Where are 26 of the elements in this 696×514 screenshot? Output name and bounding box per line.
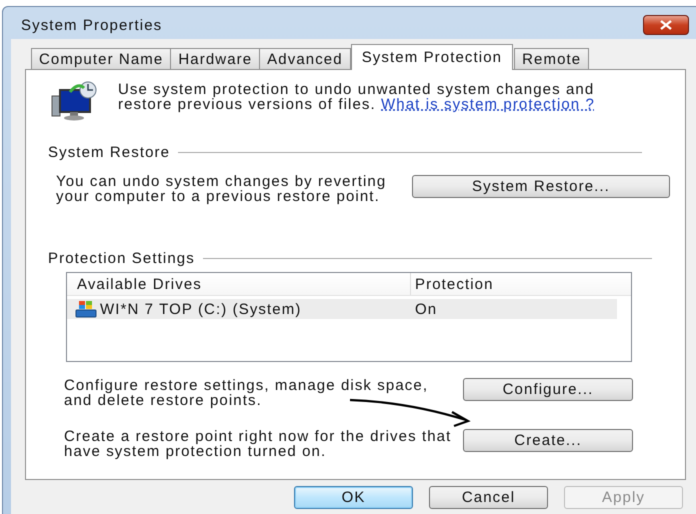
drive-name: WI*N 7 TOP (C:) (System): [100, 300, 302, 318]
close-icon: [659, 20, 673, 30]
group-heading: Protection Settings: [48, 250, 195, 267]
help-link[interactable]: What is system protection ?: [381, 96, 595, 113]
action-button[interactable]: Create...: [463, 429, 633, 452]
protection-status: On: [414, 300, 438, 319]
column-header[interactable]: Available Drives: [67, 273, 411, 295]
drive-icon: [75, 300, 97, 318]
dialog-button[interactable]: OK: [294, 486, 413, 509]
tab[interactable]: Remote: [514, 48, 590, 69]
drive-row[interactable]: WI*N 7 TOP (C:) (System) On: [67, 299, 617, 319]
tab[interactable]: Computer Name: [31, 48, 172, 69]
action-description: Configure restore settings, manage disk space, and delete restore points.: [64, 378, 430, 408]
tab[interactable]: Advanced: [259, 48, 351, 69]
system-restore-button[interactable]: System Restore...: [412, 175, 670, 198]
restore-description: You can undo system changes by reverting your computer to a previous restore point.: [56, 174, 388, 204]
action-description: Create a restore point right now for the drives that have system protection turned on.: [64, 429, 452, 459]
tab[interactable]: Hardware: [170, 48, 260, 69]
dialog-button[interactable]: Cancel: [429, 486, 548, 509]
column-header[interactable]: Protection: [411, 273, 631, 295]
group-heading: System Restore: [48, 144, 170, 161]
intro-text: Use system protection to undo unwanted system changes and restore previous versions of files. What is system protection ?: [118, 82, 596, 112]
window-title: System Properties: [21, 16, 162, 34]
action-button[interactable]: Configure...: [463, 378, 633, 401]
tab[interactable]: System Protection: [350, 44, 514, 70]
close-button[interactable]: [643, 15, 689, 35]
